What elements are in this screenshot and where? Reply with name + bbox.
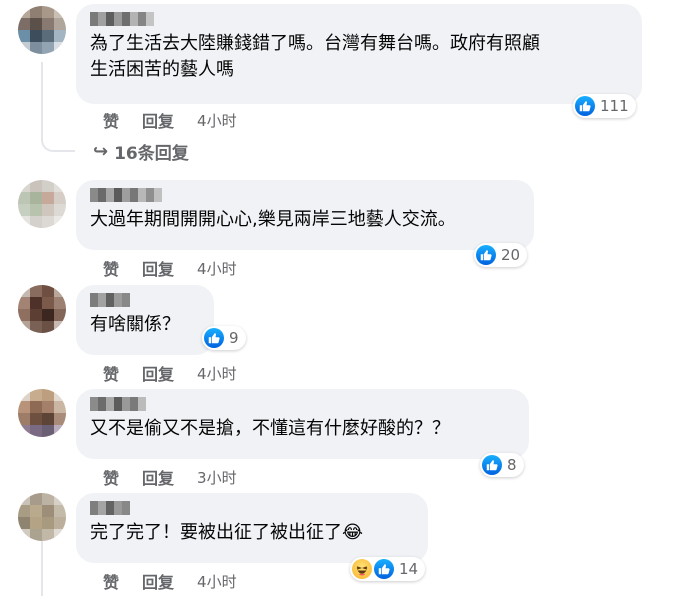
comment-actions: 赞 回复 4小时 — [103, 569, 237, 593]
like-button[interactable]: 赞 — [103, 465, 119, 489]
comment-text: 大過年期間開開心心,樂見兩岸三地藝人交流。 — [90, 209, 456, 230]
author-name-blurred[interactable] — [90, 188, 162, 202]
reply-button[interactable]: 回复 — [142, 361, 174, 385]
reply-arrow-icon: ↪ — [93, 141, 109, 162]
comment-bubble: 大過年期間開開心心,樂見兩岸三地藝人交流。 — [76, 180, 534, 250]
reaction-badge[interactable]: 14 — [350, 557, 426, 581]
like-icon — [476, 245, 496, 265]
like-icon — [204, 328, 224, 348]
reaction-badge[interactable]: 20 — [474, 243, 528, 267]
comment-actions: 赞 回复 4小时 — [103, 108, 237, 132]
avatar[interactable] — [18, 493, 66, 541]
comment-text: 有啥關係？ — [90, 314, 180, 335]
reply-button[interactable]: 回复 — [142, 108, 174, 132]
thread-curve — [41, 138, 75, 152]
thread-line — [41, 62, 43, 140]
author-name-blurred[interactable] — [90, 397, 146, 411]
comment-bubble: 又不是偷又不是搶，不懂這有什麼好酸的？？ — [76, 389, 529, 459]
replies-label: 16条回复 — [114, 144, 189, 164]
author-name-blurred[interactable] — [90, 293, 130, 307]
timestamp[interactable]: 4小时 — [197, 571, 237, 592]
timestamp[interactable]: 4小时 — [197, 258, 237, 279]
reaction-count: 8 — [507, 456, 517, 474]
reaction-badge[interactable]: 9 — [202, 326, 246, 350]
timestamp[interactable]: 3小时 — [197, 467, 237, 488]
like-button[interactable]: 赞 — [103, 569, 119, 593]
reaction-badge[interactable]: 8 — [480, 453, 524, 477]
reaction-count: 111 — [600, 97, 629, 115]
reaction-count: 9 — [229, 329, 239, 347]
like-button[interactable]: 赞 — [103, 361, 119, 385]
timestamp[interactable]: 4小时 — [197, 363, 237, 384]
comment-bubble: 為了生活去大陸賺錢錯了嗎。台灣有舞台嗎。政府有照顧 生活困苦的藝人嗎 — [76, 4, 642, 104]
reaction-count: 20 — [501, 246, 521, 264]
author-name-blurred[interactable] — [90, 501, 130, 515]
like-button[interactable]: 赞 — [103, 108, 119, 132]
comment-text: 完了完了！要被出征了被出征了😂 — [90, 522, 364, 543]
comment-bubble: 完了完了！要被出征了被出征了😂 — [76, 493, 428, 563]
haha-icon — [352, 559, 372, 579]
comment-text: 又不是偷又不是搶，不懂這有什麼好酸的？？ — [90, 418, 450, 439]
reaction-badge[interactable]: 111 — [573, 94, 636, 118]
view-replies-link[interactable]: ↪ 16条回复 — [93, 139, 189, 164]
author-name-blurred[interactable] — [90, 12, 154, 26]
comment-bubble: 有啥關係？ — [76, 285, 214, 355]
avatar[interactable] — [18, 389, 66, 437]
reply-button[interactable]: 回复 — [142, 256, 174, 280]
timestamp[interactable]: 4小时 — [197, 110, 237, 131]
comment-actions: 赞 回复 3小时 — [103, 465, 237, 489]
like-icon — [482, 455, 502, 475]
comment-actions: 赞 回复 4小时 — [103, 256, 237, 280]
reply-button[interactable]: 回复 — [142, 569, 174, 593]
comment-text: 為了生活去大陸賺錢錯了嗎。台灣有舞台嗎。政府有照顧 生活困苦的藝人嗎 — [90, 33, 540, 80]
avatar[interactable] — [18, 6, 66, 54]
like-button[interactable]: 赞 — [103, 256, 119, 280]
reply-button[interactable]: 回复 — [142, 465, 174, 489]
like-icon — [575, 96, 595, 116]
avatar[interactable] — [18, 180, 66, 228]
avatar[interactable] — [18, 285, 66, 333]
reaction-count: 14 — [399, 560, 419, 578]
like-icon — [374, 559, 394, 579]
comment-actions: 赞 回复 4小时 — [103, 361, 237, 385]
